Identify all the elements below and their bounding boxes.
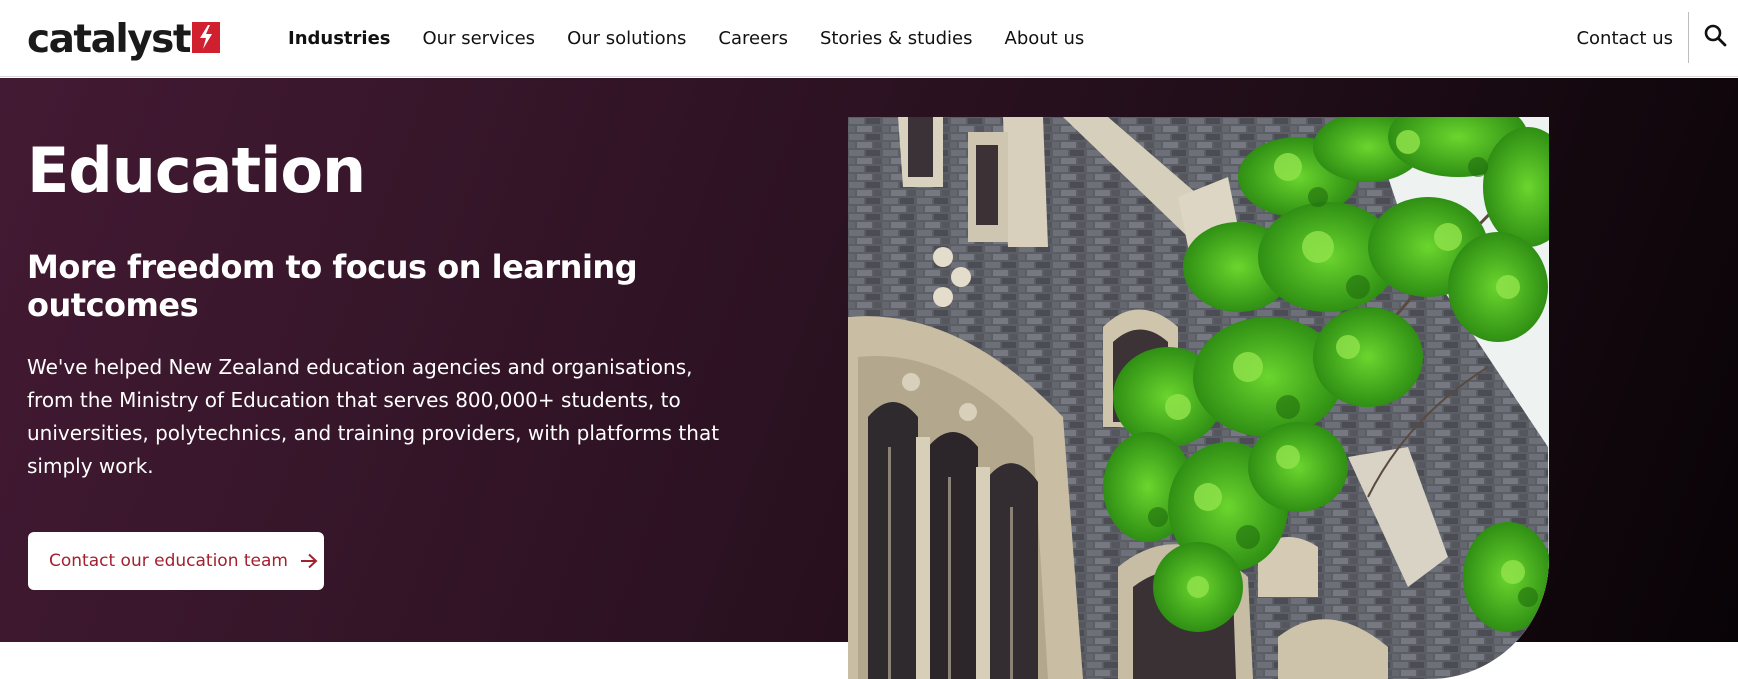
site-header: catalyst Industries Our services Our sol… bbox=[0, 0, 1738, 77]
logo-wordmark: catalyst bbox=[27, 17, 192, 62]
nav-item-industries[interactable]: Industries bbox=[288, 28, 391, 49]
university-building-photo bbox=[848, 117, 1549, 679]
arrow-right-icon bbox=[300, 553, 318, 569]
page-title: Education bbox=[27, 134, 366, 207]
nav-item-about-us[interactable]: About us bbox=[1005, 28, 1085, 49]
contact-us-link[interactable]: Contact us bbox=[1576, 0, 1673, 77]
lightning-bolt-icon bbox=[192, 21, 221, 53]
main-nav: Industries Our services Our solutions Ca… bbox=[288, 0, 1116, 77]
cta-label: Contact our education team bbox=[49, 551, 288, 571]
catalyst-logo[interactable]: catalyst bbox=[27, 17, 221, 62]
nav-item-our-solutions[interactable]: Our solutions bbox=[567, 28, 686, 49]
hero-subtitle: More freedom to focus on learning outcom… bbox=[27, 248, 638, 324]
header-divider bbox=[1688, 12, 1689, 63]
nav-item-stories-studies[interactable]: Stories & studies bbox=[820, 28, 973, 49]
nav-item-our-services[interactable]: Our services bbox=[423, 28, 536, 49]
hero-description: We've helped New Zealand education agenc… bbox=[27, 355, 720, 478]
nav-item-careers[interactable]: Careers bbox=[718, 28, 788, 49]
search-icon bbox=[1704, 24, 1727, 47]
contact-education-team-button[interactable]: Contact our education team bbox=[28, 532, 324, 590]
search-button[interactable] bbox=[1700, 20, 1730, 50]
